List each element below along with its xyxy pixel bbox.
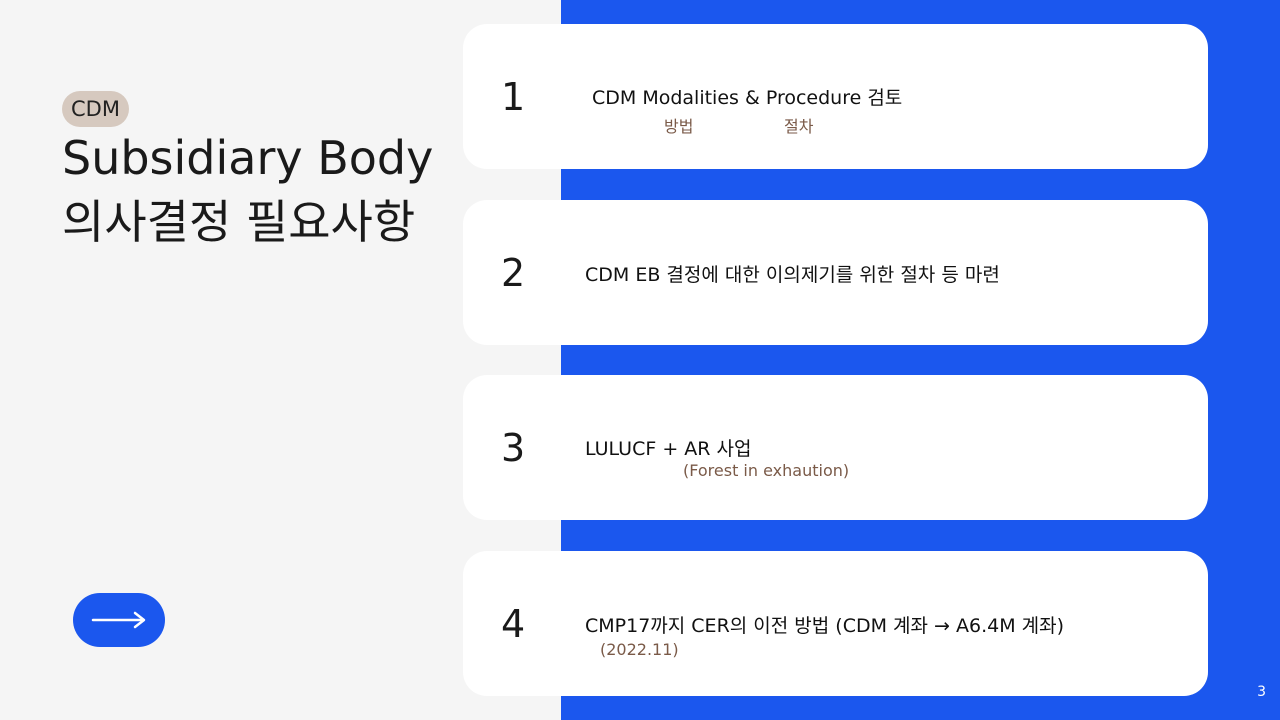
item-number: 1 (501, 74, 526, 119)
next-arrow-button[interactable] (73, 593, 165, 647)
item-subnote: (2022.11) (600, 640, 679, 659)
item-subnote: 방법 (664, 117, 694, 136)
item-text: CDM Modalities & Procedure 검토 (592, 87, 903, 109)
agenda-card-2: 2 CDM EB 결정에 대한 이의제기를 위한 절차 등 마련 (463, 200, 1208, 345)
item-text: CMP17까지 CER의 이전 방법 (CDM 계좌 → A6.4M 계좌) (585, 615, 1065, 637)
arrow-right-icon (91, 611, 146, 629)
category-tag: CDM (62, 91, 129, 127)
page-number: 3 (1257, 684, 1266, 700)
slide-title: Subsidiary Body 의사결정 필요사항 (62, 126, 433, 254)
item-number: 3 (501, 425, 526, 470)
item-text: CDM EB 결정에 대한 이의제기를 위한 절차 등 마련 (585, 264, 1000, 286)
item-subnote: (Forest in exhaution) (683, 461, 850, 480)
agenda-card-3: 3 LULUCF + AR 사업 (Forest in exhaution) (463, 375, 1208, 520)
title-line-2: 의사결정 필요사항 (62, 195, 416, 249)
item-subnote: 절차 (784, 117, 814, 136)
item-number: 2 (501, 250, 526, 295)
agenda-card-4: 4 CMP17까지 CER의 이전 방법 (CDM 계좌 → A6.4M 계좌)… (463, 551, 1208, 696)
agenda-card-1: 1 CDM Modalities & Procedure 검토 방법 절차 (463, 24, 1208, 169)
item-text: LULUCF + AR 사업 (585, 438, 752, 460)
title-line-1: Subsidiary Body (62, 131, 434, 185)
item-number: 4 (501, 601, 526, 646)
